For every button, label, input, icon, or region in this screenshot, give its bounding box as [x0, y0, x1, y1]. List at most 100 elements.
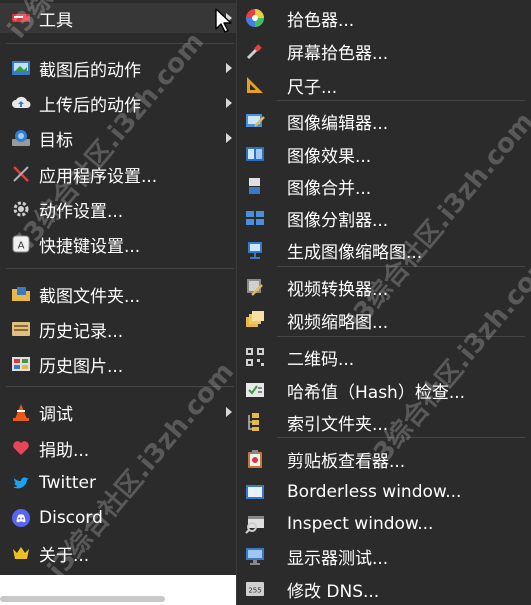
crown-icon: [13, 547, 29, 559]
menu-item-12[interactable]: 捐助...: [0, 433, 240, 463]
tools-item-label: 视频转换器...: [287, 279, 389, 300]
tools-item-label: 生成图像缩略图...: [287, 242, 423, 263]
tools-item-8[interactable]: 生成图像缩略图...: [237, 235, 531, 265]
menu-separator: [277, 266, 525, 267]
tools-item-label: 屏幕拾色器...: [287, 43, 389, 64]
menu-item-label: Twitter: [39, 473, 96, 493]
tools-item-17[interactable]: 显示器测试...: [237, 541, 531, 571]
menu-item-label: 关于...: [39, 545, 90, 566]
tools-item-12[interactable]: 哈希值（Hash）检查...: [237, 375, 531, 405]
tools-icon: [12, 14, 30, 22]
tools-item-18[interactable]: 255 修改 DNS...: [237, 574, 531, 604]
image-history-icon: [12, 357, 30, 371]
twitter-icon: [13, 477, 29, 489]
tools-item-label: 哈希值（Hash）检查...: [287, 382, 466, 403]
tools-item-3[interactable]: 尺子...: [237, 70, 531, 100]
menu-item-14[interactable]: Discord: [0, 503, 240, 533]
upload-icon: [12, 96, 31, 108]
video-thumbnail-icon: [246, 311, 264, 327]
tools-item-6[interactable]: 图像合并...: [237, 171, 531, 201]
svg-text:255: 255: [248, 587, 261, 595]
submenu-arrow-icon: [226, 133, 232, 143]
folder-icon: [12, 287, 30, 301]
tools-item-14[interactable]: 剪贴板查看器...: [237, 444, 531, 474]
main-context-menu: 工具截图后的动作 上传后的动作 目标应用程序设置... 动作设置... A 快捷键设置..…: [0, 0, 240, 605]
thumbnailer-icon: [248, 242, 262, 259]
after-capture-icon: [12, 61, 30, 75]
horizontal-scrollbar[interactable]: [0, 596, 165, 602]
menu-item-3[interactable]: 上传后的动作: [0, 88, 240, 118]
heart-icon: [13, 441, 29, 455]
menu-separator: [6, 43, 234, 44]
tools-item-13[interactable]: 索引文件夹...: [237, 407, 531, 437]
menu-item-15[interactable]: 关于...: [0, 538, 240, 568]
tools-item-label: 拾色器...: [287, 10, 355, 31]
tools-item-label: 剪贴板查看器...: [287, 451, 406, 472]
cone-icon: [13, 404, 29, 421]
hash-check-icon: [246, 383, 264, 397]
menu-item-13[interactable]: Twitter: [0, 468, 240, 498]
tools-item-label: 尺子...: [287, 77, 338, 98]
tools-item-label: Inspect window...: [287, 514, 434, 534]
tools-item-9[interactable]: 视频转换器...: [237, 272, 531, 302]
menu-item-5[interactable]: 应用程序设置...: [0, 159, 240, 189]
tools-item-1[interactable]: 拾色器...: [237, 3, 531, 33]
history-icon: [12, 322, 30, 336]
tools-item-label: 修改 DNS...: [287, 581, 380, 602]
clipboard-icon: [248, 450, 262, 468]
menu-separator: [6, 386, 234, 387]
ruler-icon: [247, 77, 263, 93]
tools-item-label: Borderless window...: [287, 482, 462, 502]
mouse-cursor-icon: [215, 8, 232, 33]
eyedropper-icon: [246, 44, 262, 60]
menu-item-9[interactable]: 历史记录...: [0, 314, 240, 344]
menu-item-label: 历史图片...: [39, 356, 124, 377]
tools-submenu: 拾色器... 屏幕拾色器... 尺子... 图像编辑器... 图像效果... 图像合并..…: [236, 0, 531, 605]
menu-item-label: 上传后的动作: [39, 95, 141, 116]
tools-item-4[interactable]: 图像编辑器...: [237, 106, 531, 136]
tools-item-16[interactable]: Inspect window...: [237, 509, 531, 539]
tools-item-7[interactable]: 图像分割器...: [237, 203, 531, 233]
tools-item-15[interactable]: Borderless window...: [237, 477, 531, 507]
submenu-arrow-icon: [226, 63, 232, 73]
color-wheel-icon: [246, 9, 264, 27]
menu-item-label: 截图后的动作: [39, 60, 141, 81]
menu-item-10[interactable]: 历史图片...: [0, 349, 240, 379]
tools-item-label: 显示器测试...: [287, 548, 389, 569]
menu-item-11[interactable]: 调试: [0, 397, 240, 427]
tools-item-11[interactable]: 二维码...: [237, 342, 531, 372]
tools-item-label: 索引文件夹...: [287, 414, 389, 435]
menu-item-label: 目标: [39, 130, 73, 151]
menu-item-label: 应用程序设置...: [39, 166, 158, 187]
tools-item-10[interactable]: 视频缩略图...: [237, 305, 531, 335]
menu-item-8[interactable]: 截图文件夹...: [0, 279, 240, 309]
tools-item-label: 二维码...: [287, 349, 355, 370]
destination-icon: [12, 130, 30, 146]
tools-item-label: 图像效果...: [287, 146, 372, 167]
menu-item-4[interactable]: 目标: [0, 123, 240, 153]
video-converter-icon: [247, 279, 263, 296]
submenu-arrow-icon: [226, 407, 232, 417]
menu-item-1[interactable]: 工具: [0, 3, 240, 33]
svg-text:A: A: [18, 241, 25, 252]
index-folder-icon: [248, 413, 259, 431]
menu-item-7[interactable]: A 快捷键设置...: [0, 229, 240, 259]
inspect-window-icon: [245, 516, 264, 534]
menu-item-label: 快捷键设置...: [39, 236, 141, 257]
menu-item-6[interactable]: 动作设置...: [0, 194, 240, 224]
menu-item-label: 捐助...: [39, 440, 90, 461]
menu-item-2[interactable]: 截图后的动作: [0, 53, 240, 83]
hotkey-icon: A: [12, 235, 30, 253]
menu-item-label: Discord: [39, 508, 103, 528]
menu-separator: [277, 437, 525, 438]
tools-item-label: 视频缩略图...: [287, 312, 389, 333]
menu-separator: [6, 268, 234, 269]
image-splitter-icon: [246, 211, 264, 225]
image-combiner-icon: [249, 178, 260, 194]
tools-item-label: 图像分割器...: [287, 210, 389, 231]
tools-item-5[interactable]: 图像效果...: [237, 139, 531, 169]
menu-separator: [277, 100, 525, 101]
menu-item-label: 调试: [39, 404, 73, 425]
menu-item-label: 动作设置...: [39, 201, 124, 222]
tools-item-2[interactable]: 屏幕拾色器...: [237, 36, 531, 66]
